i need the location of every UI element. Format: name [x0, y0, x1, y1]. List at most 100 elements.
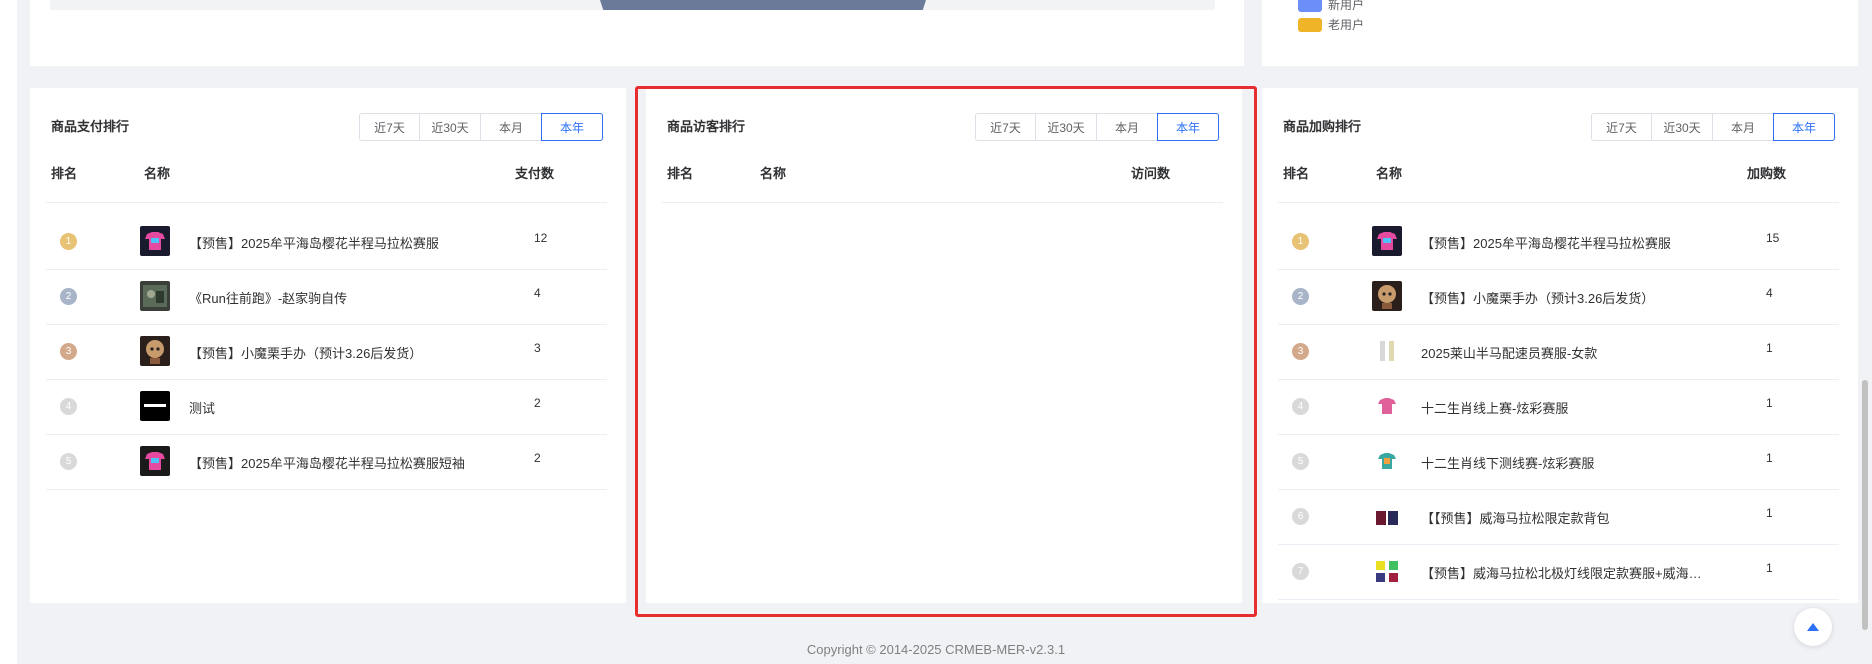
rank-badge: 4 — [60, 398, 77, 415]
rank-count: 3 — [534, 341, 541, 355]
date-range-toggle: 近7天 近30天 本月 本年 — [1591, 113, 1835, 141]
rank-count: 1 — [1766, 396, 1773, 410]
rank-count: 2 — [534, 451, 541, 465]
left-gutter — [0, 0, 17, 664]
visitor-rank-card: 商品访客排行 近7天 近30天 本月 本年 排名 名称 访问数 — [646, 88, 1242, 603]
shirt-set-icon — [1372, 556, 1402, 586]
user-chart-card-bottom — [30, 0, 1244, 66]
back-to-top-button[interactable] — [1794, 608, 1832, 646]
table-row: 1 【预售】2025牟平海岛樱花半程马拉松赛服 12 — [46, 215, 607, 270]
table-header-divider — [1278, 202, 1839, 203]
product-name[interactable]: 测试 — [189, 398, 215, 417]
filter-button[interactable]: 近30天 — [1651, 113, 1713, 141]
rank-badge: 3 — [60, 343, 77, 360]
filter-button[interactable]: 本月 — [1712, 113, 1774, 141]
tshirt-icon — [140, 446, 170, 476]
legend-swatch-new — [1298, 0, 1322, 12]
rank-badge: 1 — [60, 233, 77, 250]
figure-icon — [1372, 281, 1402, 311]
filter-button[interactable]: 本年 — [1773, 113, 1835, 141]
rank-count: 2 — [534, 396, 541, 410]
column-header-rank: 排名 — [1283, 166, 1310, 181]
add-to-cart-rank-card: 商品加购排行 近7天 近30天 本月 本年 排名 名称 加购数 1 【预售】2025牟平海岛樱花半… — [1262, 88, 1859, 603]
product-name[interactable]: 十二生肖线上赛-炫彩赛服 — [1421, 398, 1568, 417]
table-header-divider — [662, 202, 1223, 203]
rank-badge: 1 — [1292, 233, 1309, 250]
user-legend-card-bottom: 新用户 老用户 — [1262, 0, 1859, 66]
product-name[interactable]: 【【预售】威海马拉松限定款背包 — [1421, 508, 1610, 527]
test-icon — [140, 391, 170, 421]
column-header-rank: 排名 — [667, 166, 694, 181]
product-name[interactable]: 2025莱山半马配速员赛服-女款 — [1421, 343, 1597, 362]
chart-bar — [600, 0, 926, 10]
rank-badge: 5 — [1292, 453, 1309, 470]
filter-button[interactable]: 本月 — [1096, 113, 1158, 141]
filter-button[interactable]: 近7天 — [359, 113, 420, 141]
rank-badge: 4 — [1292, 398, 1309, 415]
column-header-value: 加购数 — [1747, 166, 1787, 181]
product-name[interactable]: 十二生肖线下测线赛-炫彩赛服 — [1421, 453, 1594, 472]
payment-rank-card: 商品支付排行 近7天 近30天 本月 本年排名 名称 支付数 1 【预售】2025牟平海岛樱花半… — [30, 88, 626, 603]
table-row: 2 【预售】小魔栗手办（预计3.26后发货） 4 — [1278, 270, 1839, 325]
copyright-footer: Copyright © 2014-2025 CRMEB-MER-v2.3.1 — [806, 642, 1066, 657]
column-header-value: 支付数 — [515, 166, 555, 181]
filter-button[interactable]: 近7天 — [1591, 113, 1652, 141]
column-header-rank: 排名 — [51, 166, 78, 181]
rank-badge: 3 — [1292, 343, 1309, 360]
filter-button[interactable]: 本月 — [480, 113, 542, 141]
column-header-name: 名称 — [1376, 166, 1403, 181]
legend-old-user: 老用户 — [1298, 16, 1364, 33]
rank-badge: 2 — [60, 288, 77, 305]
rank-count: 1 — [1766, 561, 1773, 575]
rank-badge: 6 — [1292, 508, 1309, 525]
product-name[interactable]: 【预售】2025牟平海岛樱花半程马拉松赛服 — [1421, 233, 1671, 252]
legend-label-new: 新用户 — [1328, 0, 1365, 12]
jersey-icon — [140, 226, 170, 256]
figure-icon — [140, 336, 170, 366]
table-row: 7 【预售】威海马拉松北极灯线限定款赛服+威海… 1 — [1278, 545, 1839, 600]
table-row: 5 【预售】2025牟平海岛樱花半程马拉松赛服短袖 2 — [46, 435, 607, 490]
rank-count: 1 — [1766, 341, 1773, 355]
pacer-outfit-icon — [1372, 336, 1402, 366]
scrollbar-thumb[interactable] — [1862, 380, 1868, 630]
table-row: 1 【预售】2025牟平海岛樱花半程马拉松赛服 15 — [1278, 215, 1839, 270]
book-photo-icon — [140, 281, 170, 311]
filter-button[interactable]: 本年 — [1157, 113, 1219, 141]
table-row: 6 【【预售】威海马拉松限定款背包 1 — [1278, 490, 1839, 545]
legend-swatch-old — [1298, 17, 1322, 32]
column-header-name: 名称 — [760, 166, 787, 181]
table-row: 4 十二生肖线上赛-炫彩赛服 1 — [1278, 380, 1839, 435]
filter-button[interactable]: 本年 — [541, 113, 603, 141]
backpack-icon — [1372, 501, 1402, 531]
table-row: 3 【预售】小魔栗手办（预计3.26后发货） 3 — [46, 325, 607, 380]
payment-rank-title: 商品支付排行 — [51, 119, 130, 134]
filter-button[interactable]: 近30天 — [1035, 113, 1097, 141]
table-header-divider — [46, 202, 607, 203]
rank-count: 15 — [1766, 231, 1780, 245]
product-name[interactable]: 【预售】2025牟平海岛樱花半程马拉松赛服短袖 — [189, 453, 465, 472]
product-name[interactable]: 【预售】小魔栗手办（预计3.26后发货） — [1421, 288, 1654, 307]
legend-new-user: 新用户 — [1298, 0, 1364, 13]
legend-label-old: 老用户 — [1328, 18, 1365, 32]
rank-count: 1 — [1766, 451, 1773, 465]
product-name[interactable]: 【预售】威海马拉松北极灯线限定款赛服+威海… — [1421, 563, 1702, 582]
filter-button[interactable]: 近7天 — [975, 113, 1036, 141]
date-range-toggle: 近7天 近30天 本月 本年 — [975, 113, 1219, 141]
rank-badge: 7 — [1292, 563, 1309, 580]
table-row: 5 十二生肖线下测线赛-炫彩赛服 1 — [1278, 435, 1839, 490]
rank-count: 1 — [1766, 506, 1773, 520]
product-name[interactable]: 【预售】小魔栗手办（预计3.26后发货） — [189, 343, 422, 362]
rank-count: 12 — [534, 231, 548, 245]
product-name[interactable]: 【预售】2025牟平海岛樱花半程马拉松赛服 — [189, 233, 439, 252]
filter-button[interactable]: 近30天 — [419, 113, 481, 141]
rank-count: 4 — [1766, 286, 1773, 300]
rank-badge: 2 — [1292, 288, 1309, 305]
visitor-rank-title: 商品访客排行 — [667, 119, 746, 134]
product-name[interactable]: 《Run往前跑》-赵家驹自传 — [189, 288, 347, 307]
date-range-toggle: 近7天 近30天 本月 本年 — [359, 113, 603, 141]
rank-count: 4 — [534, 286, 541, 300]
column-header-name: 名称 — [144, 166, 171, 181]
rank-badge: 5 — [60, 453, 77, 470]
table-row: 2 《Run往前跑》-赵家驹自传 4 — [46, 270, 607, 325]
pink-shirt-icon — [1372, 391, 1402, 421]
